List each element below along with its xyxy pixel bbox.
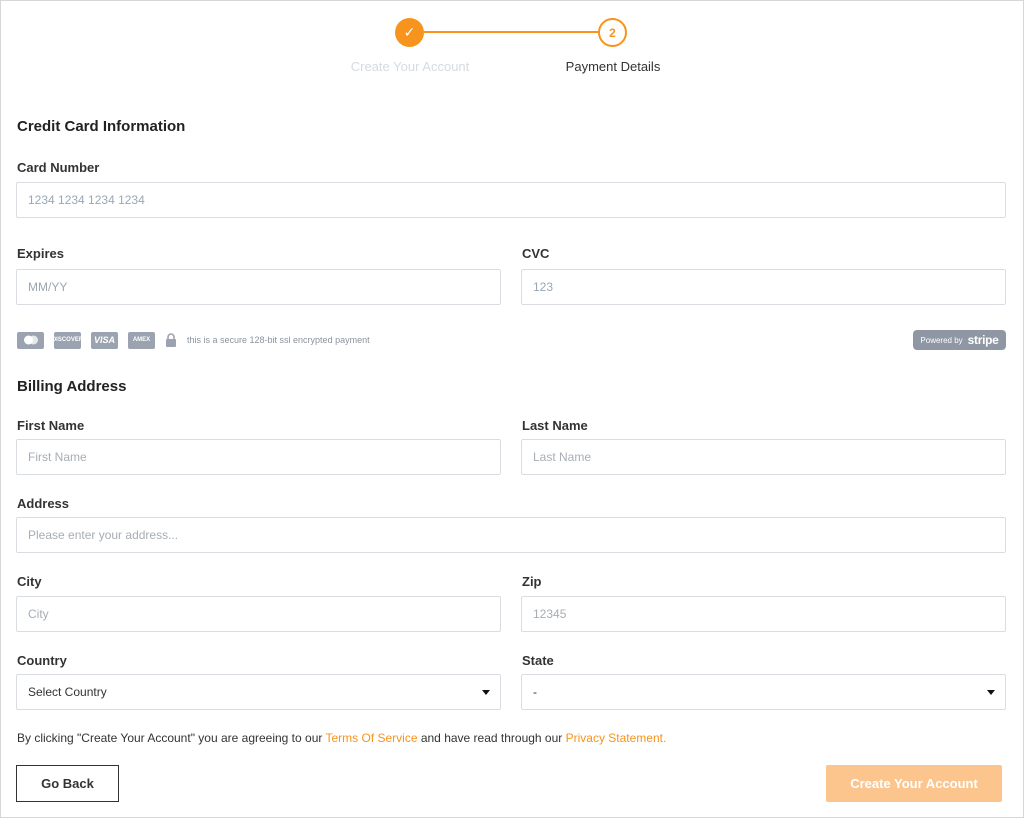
address-input[interactable] — [16, 517, 1006, 553]
lock-icon — [165, 333, 177, 347]
card-number-input[interactable] — [16, 182, 1006, 218]
step-2-label: Payment Details — [565, 59, 661, 74]
card-number-label: Card Number — [17, 160, 100, 175]
visa-icon: VISA — [91, 331, 118, 349]
country-select-value: Select Country — [28, 685, 107, 699]
secure-payment-text: this is a secure 128-bit ssl encrypted p… — [187, 335, 370, 345]
first-name-label: First Name — [17, 418, 85, 433]
stripe-logo: stripe — [967, 333, 999, 347]
address-label: Address — [17, 496, 70, 511]
step-1-complete-icon[interactable]: ✓ — [395, 18, 424, 47]
stepper-progress-line — [422, 31, 599, 33]
privacy-statement-link[interactable]: Privacy Statement. — [566, 731, 667, 745]
accepted-cards-row: DISCOVER VISA AMEX this is a secure 128-… — [17, 331, 370, 349]
first-name-input[interactable] — [16, 439, 501, 475]
state-select[interactable]: - — [521, 674, 1006, 710]
amex-icon: AMEX — [128, 331, 155, 349]
expires-input[interactable] — [16, 269, 501, 305]
mastercard-icon — [17, 331, 44, 349]
state-select-value: - — [533, 685, 537, 699]
expires-label: Expires — [17, 246, 64, 261]
agreement-text-before: By clicking "Create Your Account" you ar… — [17, 731, 326, 745]
last-name-input[interactable] — [521, 439, 1006, 475]
agreement-text-middle: and have read through our — [417, 731, 566, 745]
state-label: State — [522, 653, 554, 668]
step-2-indicator: 2 — [598, 18, 627, 47]
country-label: Country — [17, 653, 67, 668]
cvc-label: CVC — [522, 246, 550, 261]
create-account-button[interactable]: Create Your Account — [826, 765, 1002, 802]
zip-input[interactable] — [521, 596, 1006, 632]
last-name-label: Last Name — [522, 418, 588, 433]
chevron-down-icon — [482, 690, 490, 695]
cvc-input[interactable] — [521, 269, 1006, 305]
step-1-label[interactable]: Create Your Account — [300, 59, 520, 74]
discover-icon: DISCOVER — [52, 331, 83, 349]
country-select[interactable]: Select Country — [16, 674, 501, 710]
billing-section-title: Billing Address — [17, 378, 127, 395]
city-label: City — [17, 574, 42, 589]
terms-of-service-link[interactable]: Terms Of Service — [325, 731, 417, 745]
chevron-down-icon — [987, 690, 995, 695]
agreement-text: By clicking "Create Your Account" you ar… — [17, 731, 666, 745]
powered-by-stripe-badge[interactable]: Powered by stripe — [913, 330, 1006, 350]
stripe-badge-prefix: Powered by — [920, 335, 963, 345]
city-input[interactable] — [16, 596, 501, 632]
go-back-button[interactable]: Go Back — [16, 765, 119, 802]
zip-label: Zip — [522, 574, 542, 589]
credit-card-section-title: Credit Card Information — [17, 118, 186, 135]
